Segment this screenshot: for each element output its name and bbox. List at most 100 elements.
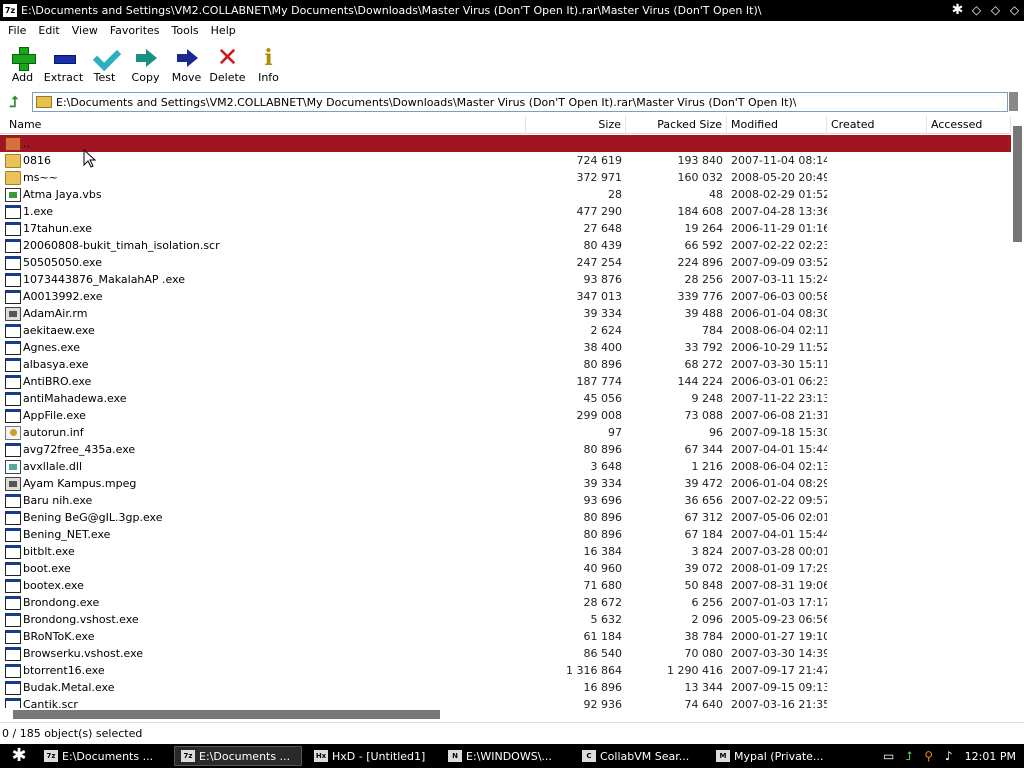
file-row[interactable]: AntiBRO.exe 187 774 144 224 2006-03-01 06:2… bbox=[0, 373, 1011, 390]
horizontal-scrollbar[interactable] bbox=[0, 708, 1011, 720]
menu-tools[interactable]: Tools bbox=[166, 24, 205, 37]
file-modified: 2005-09-23 06:56 bbox=[731, 613, 827, 626]
file-packed-size: 144 224 bbox=[677, 375, 724, 388]
taskbar-task[interactable]: 7z E:\Documents ... bbox=[174, 746, 302, 766]
file-row[interactable]: Bening_NET.exe 80 896 67 184 2007-04-01 15:… bbox=[0, 526, 1011, 543]
file-row[interactable]: Ayam Kampus.mpeg 39 334 39 472 2006-01-04 0… bbox=[0, 475, 1011, 492]
taskbar-task[interactable]: N E:\WINDOWS\... bbox=[442, 746, 570, 766]
file-row[interactable]: bitblt.exe 16 384 3 824 2007-03-28 00:01 bbox=[0, 543, 1011, 560]
settings-icon bbox=[5, 425, 21, 440]
keyboard-icon[interactable]: ▭ bbox=[881, 748, 897, 764]
file-row[interactable]: AppFile.exe 299 008 73 088 2007-06-08 21:31 bbox=[0, 407, 1011, 424]
file-modified: 2007-02-22 09:57 bbox=[731, 494, 827, 507]
vertical-scrollbar[interactable] bbox=[1011, 116, 1024, 710]
file-created bbox=[827, 152, 927, 169]
file-row[interactable]: AdamAir.rm 39 334 39 488 2006-01-04 08:30 bbox=[0, 305, 1011, 322]
taskbar-task[interactable]: C CollabVM Sear... bbox=[576, 746, 704, 766]
taskbar-task[interactable]: M Mypal (Private... bbox=[710, 746, 838, 766]
taskbar-task[interactable]: Hx HxD - [Untitled1] bbox=[308, 746, 436, 766]
horizontal-scroll-thumb[interactable] bbox=[13, 710, 440, 719]
info-button[interactable]: i Info bbox=[248, 40, 289, 88]
file-row[interactable]: 20060808-bukit_timah_isolation.scr 80 439… bbox=[0, 237, 1011, 254]
copy-button[interactable]: Copy bbox=[125, 40, 166, 88]
file-size: 39 334 bbox=[583, 307, 623, 320]
file-created bbox=[827, 305, 927, 322]
column-header-name[interactable]: Name bbox=[0, 116, 526, 134]
file-row[interactable]: 0816 724 619 193 840 2007-11-04 08:14 bbox=[0, 152, 1011, 169]
file-row[interactable]: bootex.exe 71 680 50 848 2007-08-31 19:06 bbox=[0, 577, 1011, 594]
close-button[interactable]: ◇ bbox=[1005, 2, 1024, 19]
column-header-modified[interactable]: Modified bbox=[727, 116, 827, 134]
file-row[interactable]: 1.exe 477 290 184 608 2007-04-28 13:36 bbox=[0, 203, 1011, 220]
file-row[interactable]: .. bbox=[0, 135, 1011, 152]
file-name: 20060808-bukit_timah_isolation.scr bbox=[23, 239, 220, 252]
file-row[interactable]: 50505050.exe 247 254 224 896 2007-09-09 03:… bbox=[0, 254, 1011, 271]
file-created bbox=[827, 441, 927, 458]
file-name-cell: 20060808-bukit_timah_isolation.scr bbox=[0, 237, 526, 254]
exe-icon bbox=[5, 323, 21, 338]
exe-icon bbox=[5, 272, 21, 287]
search-icon[interactable]: ⚲ bbox=[921, 748, 937, 764]
menu-help[interactable]: Help bbox=[205, 24, 242, 37]
file-modified: 2007-09-09 03:52 bbox=[731, 256, 827, 269]
file-row[interactable]: Brondong.exe 28 672 6 256 2007-01-03 17:17 bbox=[0, 594, 1011, 611]
file-row[interactable]: btorrent16.exe 1 316 864 1 290 416 2007-09-… bbox=[0, 662, 1011, 679]
vertical-scroll-thumb[interactable] bbox=[1013, 126, 1022, 242]
file-row[interactable]: aekitaew.exe 2 624 784 2008-06-04 02:11 bbox=[0, 322, 1011, 339]
file-row[interactable]: Agnes.exe 38 400 33 792 2006-10-29 11:52 bbox=[0, 339, 1011, 356]
menu-file[interactable]: File bbox=[2, 24, 32, 37]
menu-favorites[interactable]: Favorites bbox=[104, 24, 166, 37]
star-icon[interactable]: ✱ bbox=[948, 2, 967, 19]
file-row[interactable]: Baru nih.exe 93 696 36 656 2007-02-22 09:57 bbox=[0, 492, 1011, 509]
file-name: bootex.exe bbox=[23, 579, 84, 592]
file-accessed bbox=[927, 645, 1011, 662]
file-size: 45 056 bbox=[583, 392, 623, 405]
delete-button[interactable]: ✕ Delete bbox=[207, 40, 248, 88]
file-row[interactable]: antiMahadewa.exe 45 056 9 248 2007-11-22 23… bbox=[0, 390, 1011, 407]
exe-icon bbox=[5, 629, 21, 644]
file-row[interactable]: autorun.inf 97 96 2007-09-18 15:30 bbox=[0, 424, 1011, 441]
column-header-size[interactable]: Size bbox=[526, 116, 626, 134]
file-row[interactable]: 17tahun.exe 27 648 19 264 2006-11-29 01:16 bbox=[0, 220, 1011, 237]
file-row[interactable]: Bening BeG@gIL.3gp.exe 80 896 67 312 2007-0… bbox=[0, 509, 1011, 526]
file-packed-size: 39 072 bbox=[684, 562, 724, 575]
move-button[interactable]: Move bbox=[166, 40, 207, 88]
add-button[interactable]: Add bbox=[2, 40, 43, 88]
file-row[interactable]: Brondong.vshost.exe 5 632 2 096 2005-09-23 … bbox=[0, 611, 1011, 628]
file-size: 38 400 bbox=[583, 341, 623, 354]
maximize-button[interactable]: ◇ bbox=[986, 2, 1005, 19]
taskbar-task[interactable]: 7z E:\Documents ... bbox=[38, 746, 168, 766]
minimize-button[interactable]: ◇ bbox=[967, 2, 986, 19]
file-accessed bbox=[927, 509, 1011, 526]
menu-view[interactable]: View bbox=[66, 24, 104, 37]
file-row[interactable]: 1073443876_MakalahAP .exe 93 876 28 256 200… bbox=[0, 271, 1011, 288]
file-row[interactable]: Budak.Metal.exe 16 896 13 344 2007-09-15 09… bbox=[0, 679, 1011, 696]
file-row[interactable]: ms~~ 372 971 160 032 2008-05-20 20:49 bbox=[0, 169, 1011, 186]
file-row[interactable]: albasya.exe 80 896 68 272 2007-03-30 15:11 bbox=[0, 356, 1011, 373]
file-row[interactable]: A0013992.exe 347 013 339 776 2007-06-03 00:… bbox=[0, 288, 1011, 305]
column-header-created[interactable]: Created bbox=[827, 116, 927, 134]
file-name: AdamAir.rm bbox=[23, 307, 88, 320]
start-button[interactable]: ✱ bbox=[0, 744, 38, 768]
menu-edit[interactable]: Edit bbox=[32, 24, 65, 37]
column-header-accessed[interactable]: Accessed bbox=[927, 116, 1011, 134]
file-row[interactable]: Atma Jaya.vbs 28 48 2008-02-29 01:52 bbox=[0, 186, 1011, 203]
file-row[interactable]: BRoNToK.exe 61 184 38 784 2000-01-27 19:10 bbox=[0, 628, 1011, 645]
volume-icon[interactable]: ♪ bbox=[941, 748, 957, 764]
file-modified: 2007-04-01 15:44 bbox=[731, 528, 827, 541]
network-icon[interactable]: ⮥ bbox=[901, 748, 917, 764]
test-button[interactable]: Test bbox=[84, 40, 125, 88]
column-header-packed-size[interactable]: Packed Size bbox=[626, 116, 727, 134]
extract-button[interactable]: Extract bbox=[43, 40, 84, 88]
path-dropdown-button[interactable] bbox=[1009, 92, 1018, 111]
file-row[interactable]: Browserku.vshost.exe 86 540 70 080 2007-03-… bbox=[0, 645, 1011, 662]
file-name: Bening_NET.exe bbox=[23, 528, 111, 541]
file-size: 80 896 bbox=[583, 511, 623, 524]
file-name-cell: Baru nih.exe bbox=[0, 492, 526, 509]
file-row[interactable]: avg72free_435a.exe 80 896 67 344 2007-04-01… bbox=[0, 441, 1011, 458]
path-input[interactable]: E:\Documents and Settings\VM2.COLLABNET\… bbox=[32, 92, 1008, 112]
file-name-cell: 1.exe bbox=[0, 203, 526, 220]
folder-up-icon[interactable]: ⮥ bbox=[4, 93, 24, 111]
file-row[interactable]: boot.exe 40 960 39 072 2008-01-09 17:29 bbox=[0, 560, 1011, 577]
file-row[interactable]: avxllale.dll 3 648 1 216 2008-06-04 02:13 bbox=[0, 458, 1011, 475]
